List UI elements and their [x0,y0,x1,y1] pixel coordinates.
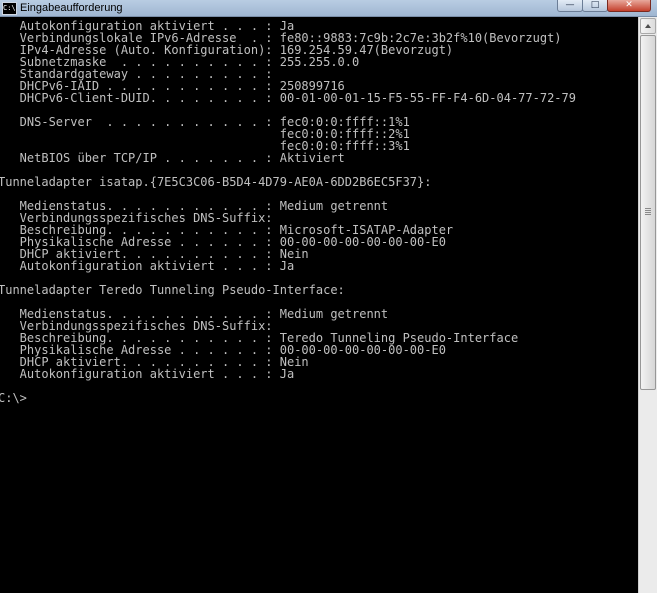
vertical-scrollbar[interactable] [638,17,657,593]
maximize-button[interactable]: □ [582,0,608,12]
console-line: Autokonfiguration aktiviert . . . : Ja [0,259,295,273]
title-bar[interactable]: C:\ Eingabeaufforderung — □ ✕ [0,0,657,17]
console-line: NetBIOS über TCP/IP . . . . . . . : Akti… [0,151,345,165]
command-prompt: C:\> [0,391,27,405]
console-line: Autokonfiguration aktiviert . . . : Ja [0,367,295,381]
scroll-up-arrow-icon[interactable] [640,18,656,34]
console-line: Tunneladapter Teredo Tunneling Pseudo-In… [0,283,345,297]
minimize-button[interactable]: — [557,0,583,12]
scrollbar-thumb[interactable] [640,35,656,390]
console-line: Tunneladapter isatap.{7E5C3C06-B5D4-4D79… [0,175,432,189]
console-line: DHCPv6-Client-DUID. . . . . . . . : 00-0… [0,91,576,105]
cmd-icon: C:\ [2,2,17,15]
window-title: Eingabeaufforderung [20,2,123,14]
close-button[interactable]: ✕ [607,0,651,12]
console-output[interactable]: Autokonfiguration aktiviert . . . : Ja V… [0,17,638,593]
